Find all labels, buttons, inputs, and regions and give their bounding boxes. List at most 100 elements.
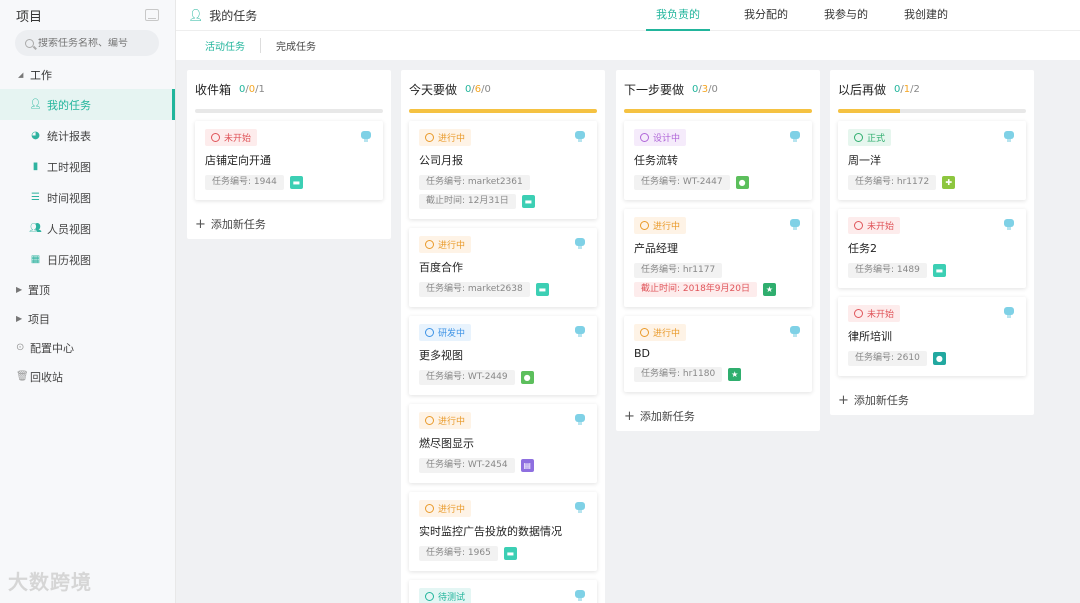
task-code: 任务编号: WT-2447 xyxy=(634,175,730,190)
user-icon: 👤︎ xyxy=(29,99,42,110)
task-code: 任务编号: hr1172 xyxy=(848,175,937,190)
task-card[interactable]: 进行中 燃尽图显示 任务编号: WT-2454 ▤ xyxy=(409,404,597,483)
status-badge: 设计中 xyxy=(634,129,687,146)
status-badge: 未开始 xyxy=(205,129,258,146)
sidebar-row-label: 回收站 xyxy=(30,370,63,384)
task-card[interactable]: 正式 周一洋 任务编号: hr1172 ✚ xyxy=(838,121,1026,200)
status-badge: 进行中 xyxy=(419,236,472,253)
message-icon: ▬ xyxy=(503,547,517,560)
column-header: 以后再做 0/1/2 xyxy=(838,70,1026,109)
tab-assigned[interactable]: 我分配的 xyxy=(726,0,806,31)
search-box[interactable] xyxy=(15,30,159,56)
add-task-button[interactable]: + 添加新任务 xyxy=(624,401,812,431)
robot-icon[interactable] xyxy=(790,326,800,337)
sidebar-item-label: 人员视图 xyxy=(47,222,91,236)
sidebar-group-label: 工作 xyxy=(30,68,52,82)
status-badge: 进行中 xyxy=(634,324,687,341)
task-title: 店铺定向开通 xyxy=(205,154,271,167)
trash-icon: 🗑︎ xyxy=(16,371,29,382)
robot-icon[interactable] xyxy=(575,590,585,601)
add-task-button[interactable]: + 添加新任务 xyxy=(195,209,383,239)
subtab-completed-tasks[interactable]: 完成任务 xyxy=(276,38,331,53)
in-progress-icon xyxy=(640,221,649,230)
task-card[interactable]: 进行中 产品经理 任务编号: hr1177 截止时间: 2018年9月20日 ★ xyxy=(624,209,812,307)
subtab-active-tasks[interactable]: 活动任务 xyxy=(205,38,261,53)
robot-icon[interactable] xyxy=(361,131,371,142)
top-tabs: 我负责的 我分配的 我参与的 我创建的 xyxy=(646,0,966,31)
task-card[interactable]: 未开始 律所培训 任务编号: 2610 ● xyxy=(838,297,1026,376)
task-title: 燃尽图显示 xyxy=(419,437,474,450)
column-header: 今天要做 0/6/0 xyxy=(409,70,597,109)
robot-icon[interactable] xyxy=(575,131,585,142)
robot-icon[interactable] xyxy=(575,238,585,249)
task-title: 周一洋 xyxy=(848,154,881,167)
search-input[interactable] xyxy=(38,37,149,49)
status-badge: 进行中 xyxy=(419,500,472,517)
task-card[interactable]: 未开始 任务2 任务编号: 1489 ▬ xyxy=(838,209,1026,288)
robot-icon[interactable] xyxy=(790,131,800,142)
in-progress-icon xyxy=(640,328,649,337)
task-card[interactable]: 进行中 实时监控广告投放的数据情况 任务编号: 1965 ▬ xyxy=(409,492,597,571)
sidebar-projects[interactable]: ▶ 项目 xyxy=(0,304,175,333)
plus-icon: + xyxy=(624,408,635,424)
sidebar-recycle[interactable]: 🗑︎ 回收站 xyxy=(0,362,175,391)
robot-icon[interactable] xyxy=(1004,131,1014,142)
caret-down-icon: ◢ xyxy=(18,70,24,79)
robot-icon[interactable] xyxy=(575,414,585,425)
chat-icon: ● xyxy=(932,352,946,365)
sidebar-group-work[interactable]: ◢ 工作 xyxy=(0,60,175,89)
task-card[interactable]: 进行中 百度合作 任务编号: market2638 ▬ xyxy=(409,228,597,307)
sidebar-title: 项目 xyxy=(16,9,43,25)
task-card[interactable]: 设计中 任务流转 任务编号: WT-2447 ● xyxy=(624,121,812,200)
robot-icon[interactable] xyxy=(790,219,800,230)
status-badge: 进行中 xyxy=(634,217,687,234)
status-badge: 未开始 xyxy=(848,217,901,234)
sidebar-item-people[interactable]: 👥︎ 人员视图 xyxy=(0,213,175,244)
column-progress xyxy=(838,109,1026,113)
status-badge: 研发中 xyxy=(419,324,472,341)
add-task-button[interactable]: + 添加新任务 xyxy=(838,385,1026,415)
task-code: 任务编号: market2361 xyxy=(419,175,530,190)
task-code: 任务编号: 1489 xyxy=(848,263,927,278)
task-card[interactable]: 进行中 公司月报 任务编号: market2361 截止时间: 12月31日 ▬ xyxy=(409,121,597,219)
task-code: 任务编号: 1965 xyxy=(419,546,498,561)
sidebar-item-statistics[interactable]: ◕ 统计报表 xyxy=(0,120,175,151)
robot-icon[interactable] xyxy=(1004,307,1014,318)
sidebar-config[interactable]: ⊙ 配置中心 xyxy=(0,333,175,362)
sidebar-pinned[interactable]: ▶ 置顶 xyxy=(0,275,175,304)
task-card[interactable]: 研发中 更多视图 任务编号: WT-2449 ● xyxy=(409,316,597,395)
pie-chart-icon: ◕ xyxy=(31,130,40,141)
tab-created[interactable]: 我创建的 xyxy=(886,0,966,31)
official-icon xyxy=(854,133,863,142)
tab-responsible[interactable]: 我负责的 xyxy=(646,0,710,31)
plus-icon: + xyxy=(195,216,206,232)
message-icon: ▬ xyxy=(932,264,946,277)
task-title: 任务2 xyxy=(848,242,877,255)
task-title: 实时监控广告投放的数据情况 xyxy=(419,525,562,538)
task-card[interactable]: 待测试 xyxy=(409,580,597,603)
sidebar-item-work-hours[interactable]: ▮ 工时视图 xyxy=(0,151,175,182)
sidebar-item-label: 统计报表 xyxy=(47,129,91,143)
robot-icon[interactable] xyxy=(575,502,585,513)
task-card[interactable]: 未开始 店铺定向开通 任务编号: 1944 ▬ xyxy=(195,121,383,200)
sidebar-item-timeline[interactable]: ☰ 时间视图 xyxy=(0,182,175,213)
kanban-board: 收件箱 0/0/1 未开始 店铺定向开通 任务编号: 1944 ▬ + 添加新任务 … xyxy=(176,60,1080,603)
gear-icon: ⊙ xyxy=(16,342,25,353)
task-title: 任务流转 xyxy=(634,154,678,167)
page-title: 👤︎ 我的任务 xyxy=(188,7,257,24)
clock-icon xyxy=(425,328,434,337)
in-progress-icon xyxy=(425,240,434,249)
sidebar-item-calendar[interactable]: ▦ 日历视图 xyxy=(0,244,175,275)
not-started-icon xyxy=(211,133,220,142)
status-badge: 进行中 xyxy=(419,129,472,146)
sidebar-item-my-tasks[interactable]: 👤︎ 我的任务 xyxy=(0,89,175,120)
not-started-icon xyxy=(854,309,863,318)
inbox-icon[interactable] xyxy=(145,9,159,21)
robot-icon[interactable] xyxy=(575,326,585,337)
column-title: 收件箱 xyxy=(195,83,232,97)
task-card[interactable]: 进行中 BD 任务编号: hr1180 ★ xyxy=(624,316,812,392)
tab-participating[interactable]: 我参与的 xyxy=(806,0,886,31)
people-icon: 👥︎ xyxy=(29,223,42,234)
column-title: 下一步要做 xyxy=(624,83,685,97)
robot-icon[interactable] xyxy=(1004,219,1014,230)
